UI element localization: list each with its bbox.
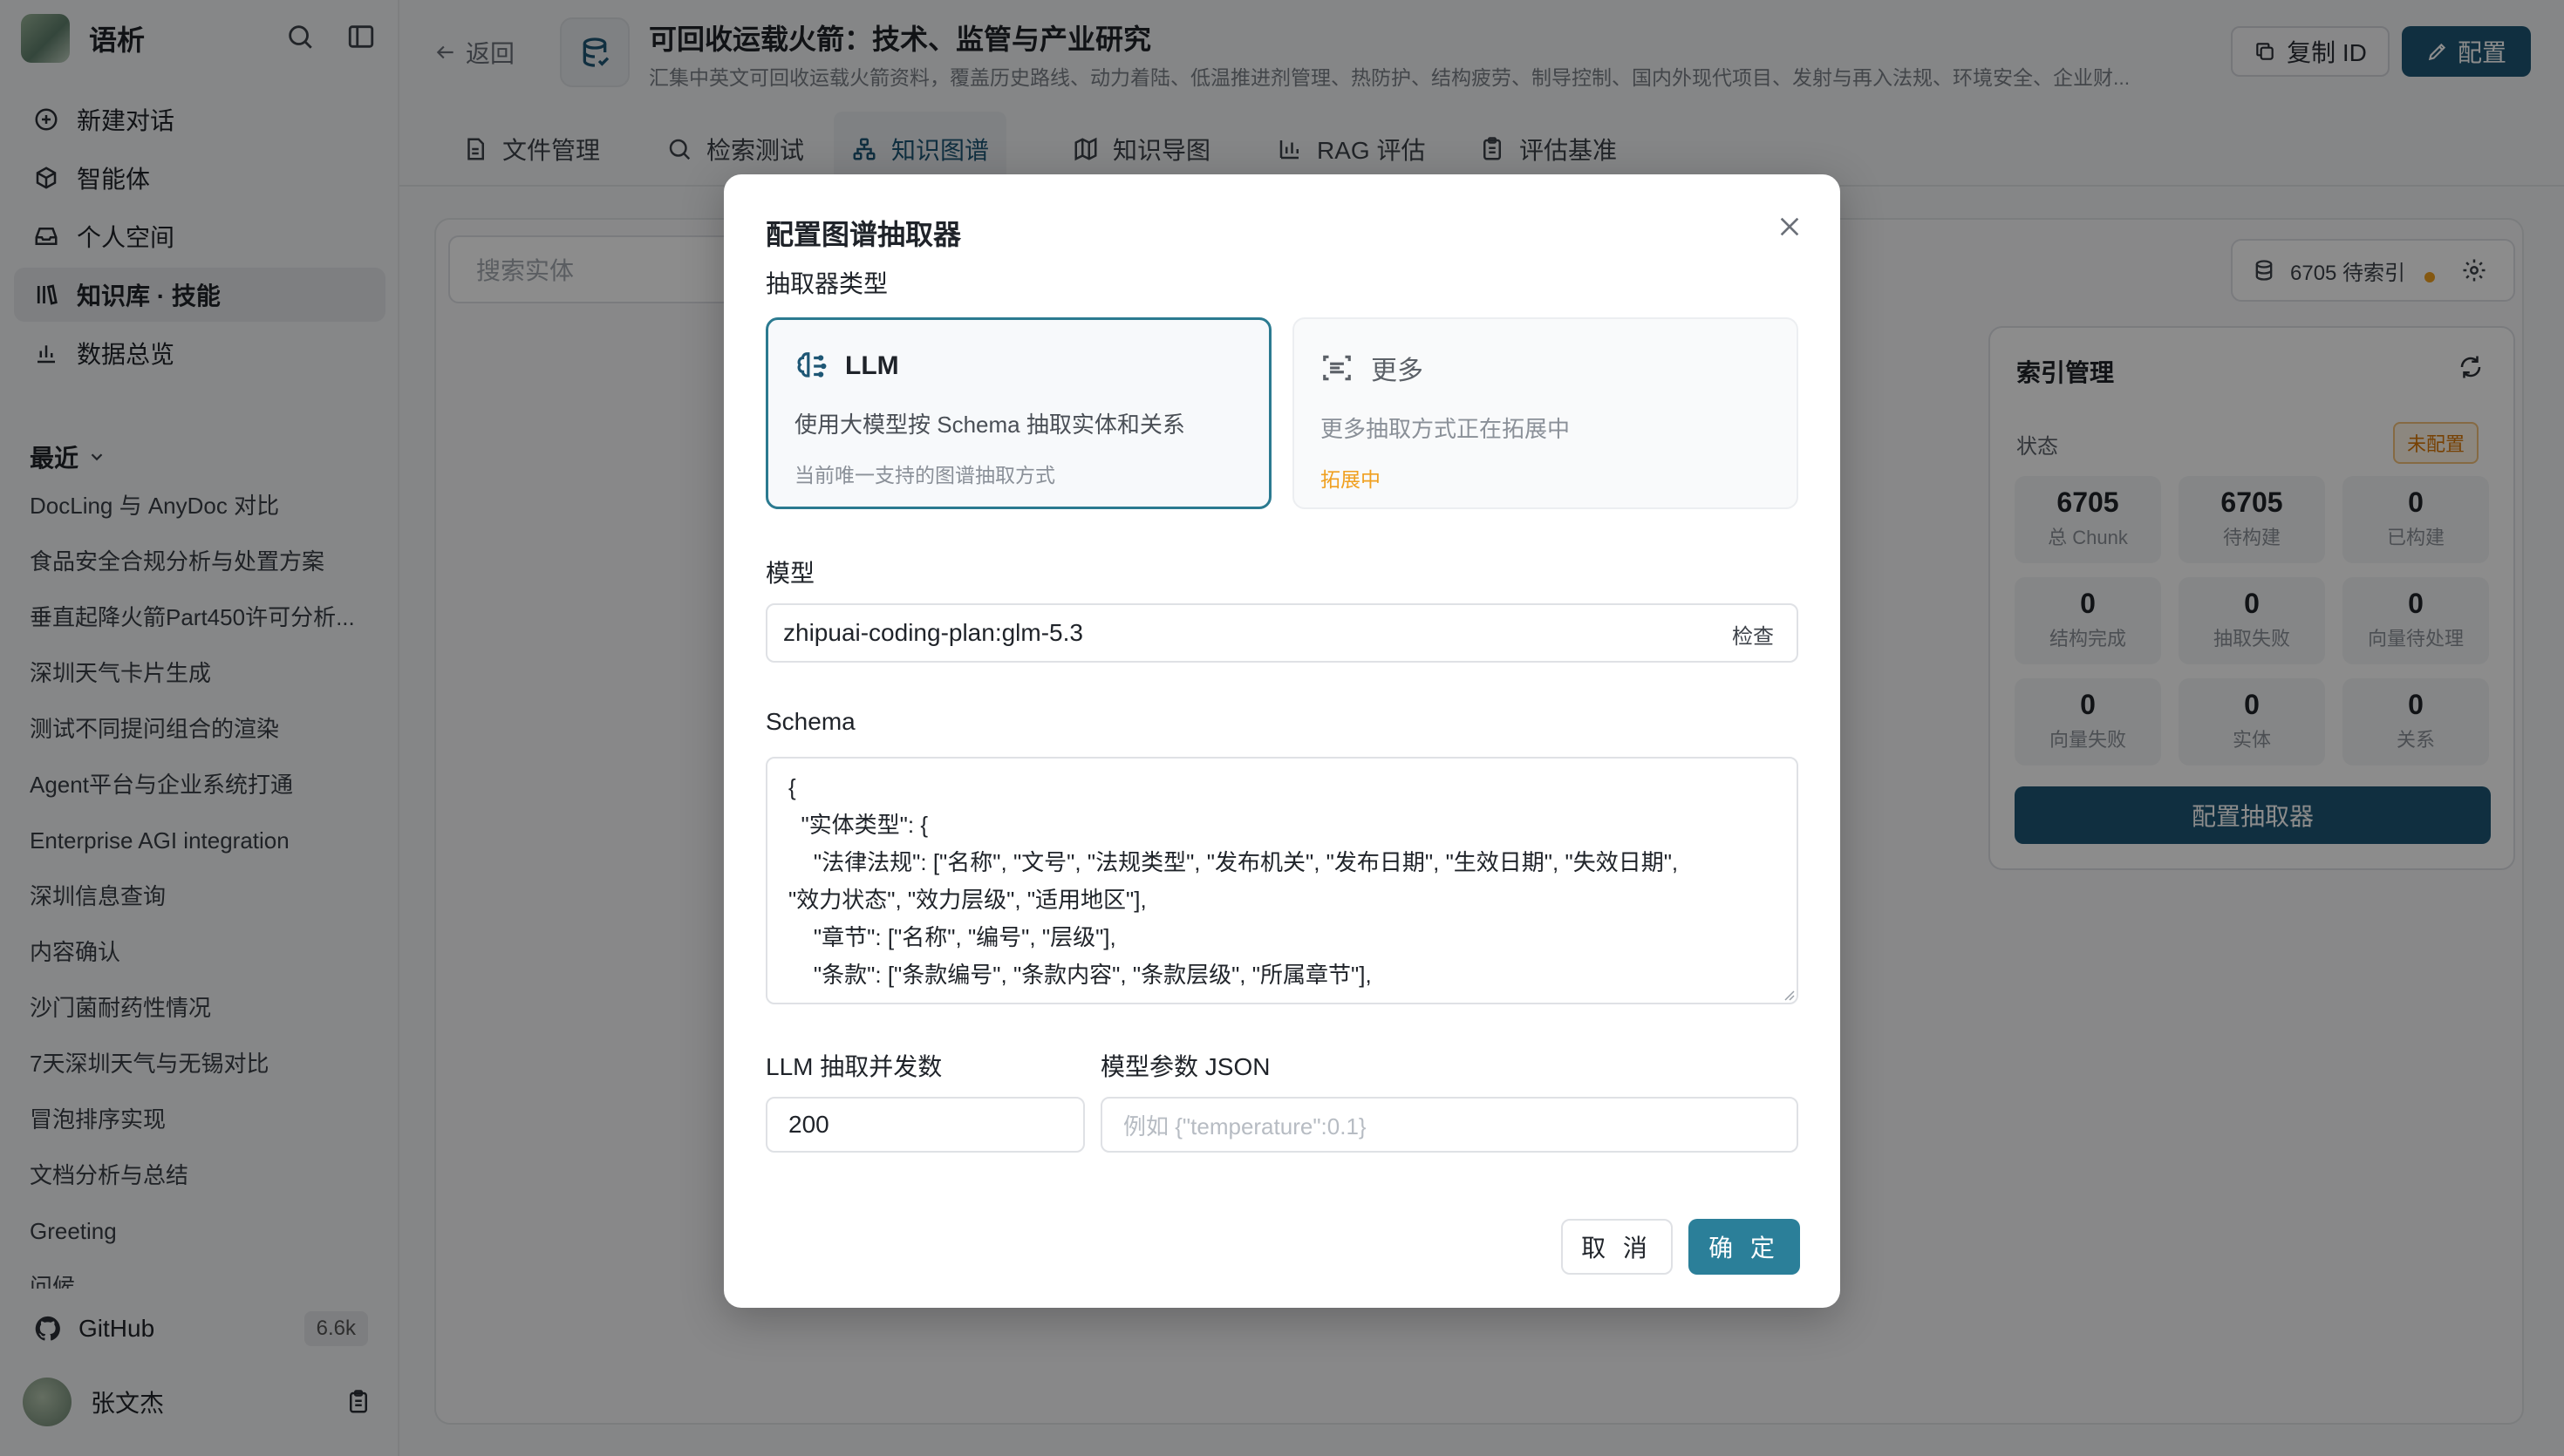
card-note: 拓展中 [1320, 468, 1381, 491]
card-note: 当前唯一支持的图谱抽取方式 [794, 464, 1055, 486]
brain-icon [794, 350, 828, 383]
extractor-type-label: 抽取器类型 [766, 270, 889, 297]
card-description: 使用大模型按 Schema 抽取实体和关系 [794, 412, 1185, 438]
card-title: 更多 [1371, 357, 1423, 385]
schema-label: Schema [766, 708, 856, 735]
cancel-button[interactable]: 取 消 [1561, 1219, 1673, 1275]
confirm-button[interactable]: 确 定 [1688, 1219, 1800, 1275]
model-params-input[interactable]: 例如 {"temperature":0.1} [1101, 1097, 1798, 1153]
schema-textarea[interactable]: { "实体类型": { "法律法规": ["名称", "文号", "法规类型",… [766, 757, 1798, 1004]
resize-handle-icon[interactable] [1781, 987, 1795, 1001]
extractor-config-modal: 配置图谱抽取器 抽取器类型 LLM 使用大模型按 Schema 抽取实体和关系 … [724, 174, 1840, 1308]
model-value: zhipuai-coding-plan:glm-5.3 [783, 619, 1083, 646]
model-params-label: 模型参数 JSON [1101, 1053, 1271, 1080]
concurrency-input[interactable]: 200 [766, 1097, 1085, 1153]
close-icon[interactable] [1772, 209, 1807, 244]
modal-title: 配置图谱抽取器 [766, 219, 962, 250]
card-title: LLM [845, 351, 899, 380]
scan-text-icon [1320, 351, 1354, 384]
model-select[interactable]: zhipuai-coding-plan:glm-5.3 检查 [766, 603, 1798, 663]
card-description: 更多抽取方式正在拓展中 [1320, 416, 1571, 442]
extractor-option-llm[interactable]: LLM 使用大模型按 Schema 抽取实体和关系 当前唯一支持的图谱抽取方式 [766, 317, 1272, 509]
model-label: 模型 [766, 560, 815, 587]
concurrency-label: LLM 抽取并发数 [766, 1053, 943, 1080]
check-button[interactable]: 检查 [1732, 619, 1774, 650]
extractor-option-more: 更多 更多抽取方式正在拓展中 拓展中 [1292, 317, 1798, 509]
